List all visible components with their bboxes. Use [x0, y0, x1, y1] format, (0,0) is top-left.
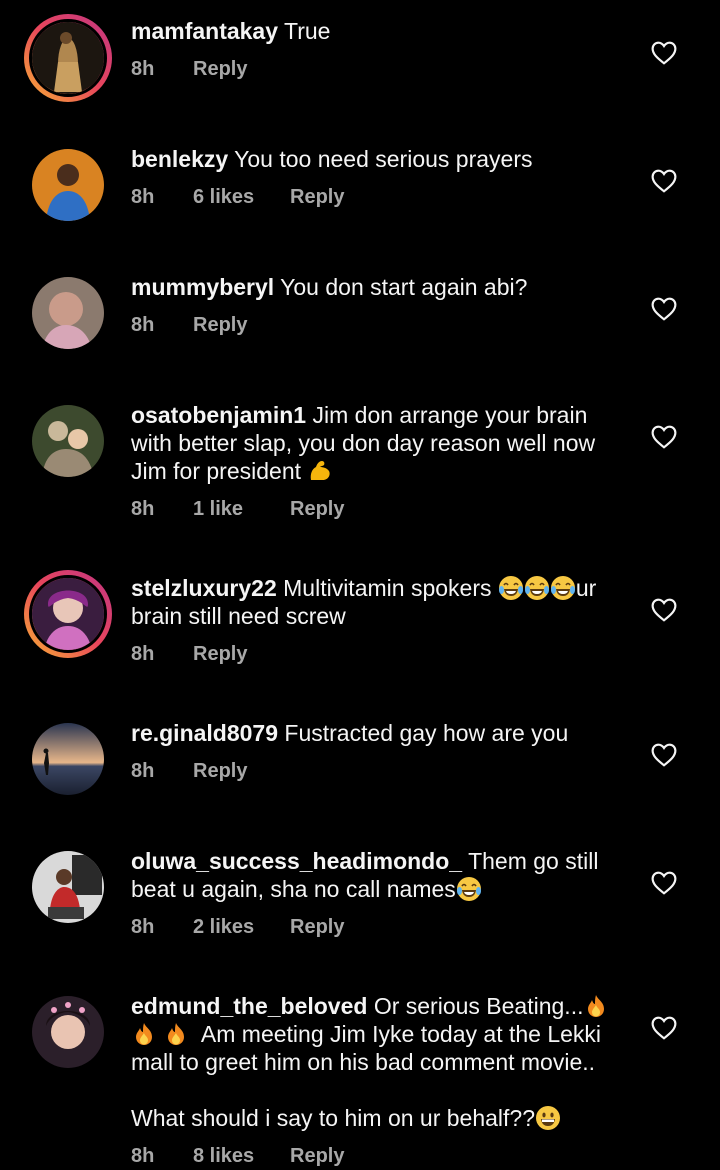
likes-count[interactable]: 1 like — [193, 495, 290, 523]
comment-time: 8h — [131, 643, 155, 665]
like-heart-icon[interactable] — [651, 425, 677, 449]
grinning-face-emoji-icon — [535, 1105, 561, 1131]
username[interactable]: mamfantakay — [131, 18, 278, 44]
comment-text: What should i say to him on ur behalf?? — [131, 1105, 536, 1131]
comment-text: Fustracted gay how are you — [284, 720, 569, 746]
reply-button[interactable]: Reply — [193, 311, 247, 339]
tears-of-joy-emoji-icon — [550, 575, 576, 601]
like-heart-icon[interactable] — [651, 169, 677, 193]
comment-time: 8h — [131, 1145, 155, 1167]
flexed-biceps-emoji-icon — [307, 458, 333, 484]
like-heart-icon[interactable] — [651, 598, 677, 622]
like-heart-icon[interactable] — [651, 743, 677, 767]
avatar[interactable] — [32, 723, 104, 795]
comment-time: 8h — [131, 58, 155, 80]
avatar[interactable] — [24, 570, 112, 658]
comment-time: 8h — [131, 498, 155, 520]
tears-of-joy-emoji-icon — [524, 575, 550, 601]
fire-emoji-icon — [163, 1021, 189, 1047]
avatar[interactable] — [32, 851, 104, 923]
avatar[interactable] — [32, 405, 104, 477]
username[interactable]: stelzluxury22 — [131, 575, 277, 601]
reply-button[interactable]: Reply — [290, 913, 344, 941]
like-heart-icon[interactable] — [651, 297, 677, 321]
fire-emoji-icon — [131, 1021, 157, 1047]
likes-count[interactable]: 2 likes — [193, 913, 290, 941]
fire-emoji-icon — [583, 993, 609, 1019]
reply-button[interactable]: Reply — [290, 495, 344, 523]
comment-time: 8h — [131, 916, 155, 938]
avatar[interactable] — [32, 996, 104, 1068]
comment-text: True — [284, 18, 331, 44]
reply-button[interactable]: Reply — [193, 55, 247, 83]
reply-button[interactable]: Reply — [193, 640, 247, 668]
username[interactable]: benlekzy — [131, 146, 228, 172]
username[interactable]: oluwa_success_headimondo_ — [131, 848, 462, 874]
comment-time: 8h — [131, 314, 155, 336]
username[interactable]: mummyberyl — [131, 274, 274, 300]
avatar[interactable] — [32, 149, 104, 221]
comment-time: 8h — [131, 186, 155, 208]
like-heart-icon[interactable] — [651, 871, 677, 895]
username[interactable]: re.ginald8079 — [131, 720, 278, 746]
comment-text: Or serious Beating... — [373, 993, 584, 1019]
like-heart-icon[interactable] — [651, 1016, 677, 1040]
reply-button[interactable]: Reply — [193, 757, 247, 785]
comment-text: Multivitamin spokers — [283, 575, 492, 601]
tears-of-joy-emoji-icon — [498, 575, 524, 601]
reply-button[interactable]: Reply — [290, 1142, 344, 1170]
tears-of-joy-emoji-icon — [456, 876, 482, 902]
like-heart-icon[interactable] — [651, 41, 677, 65]
likes-count[interactable]: 8 likes — [193, 1142, 290, 1170]
username[interactable]: osatobenjamin1 — [131, 402, 306, 428]
username[interactable]: edmund_the_beloved — [131, 993, 367, 1019]
comment-text: You don start again abi? — [280, 274, 528, 300]
comment-text: You too need serious prayers — [234, 146, 533, 172]
comment-text: Am meeting Jim Iyke today at the Lekki m… — [131, 1021, 602, 1075]
reply-button[interactable]: Reply — [290, 183, 344, 211]
likes-count[interactable]: 6 likes — [193, 183, 290, 211]
avatar[interactable] — [32, 277, 104, 349]
avatar[interactable] — [24, 14, 112, 102]
comment-time: 8h — [131, 760, 155, 782]
